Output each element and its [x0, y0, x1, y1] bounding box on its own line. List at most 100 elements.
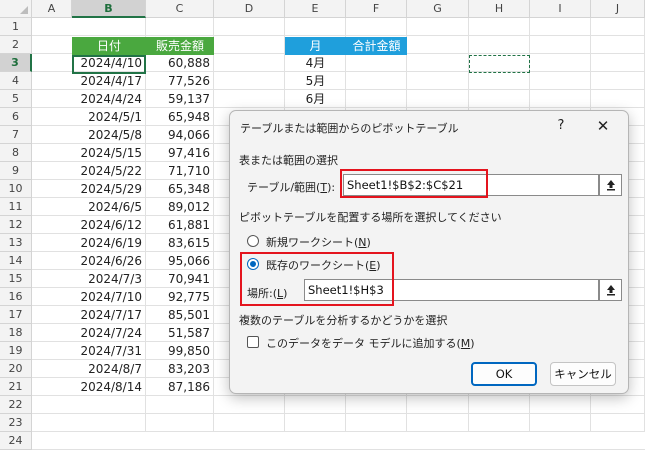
dialog-title: テーブルまたは範囲からのピボットテーブル: [240, 122, 459, 135]
row-header-9[interactable]: 9: [0, 162, 32, 180]
cell-date[interactable]: 2024/7/24: [72, 324, 146, 342]
close-button[interactable]: ✕: [592, 115, 614, 137]
cell-date[interactable]: 2024/8/7: [72, 360, 146, 378]
cell-date[interactable]: 2024/5/22: [72, 162, 146, 180]
cell-sales[interactable]: 92,775: [146, 288, 214, 306]
row-header-17[interactable]: 17: [0, 306, 32, 324]
column-header-i[interactable]: I: [530, 0, 591, 18]
column-header-e[interactable]: E: [285, 0, 346, 18]
cell-month[interactable]: 4月: [285, 54, 346, 72]
cell-sales[interactable]: 59,137: [146, 90, 214, 108]
cell-sales[interactable]: 85,501: [146, 306, 214, 324]
ok-button[interactable]: OK: [471, 362, 537, 386]
row-header-20[interactable]: 20: [0, 360, 32, 378]
section-place-label: ピボットテーブルを配置する場所を選択してください: [239, 211, 502, 224]
cell-sales[interactable]: 83,203: [146, 360, 214, 378]
row-header-1[interactable]: 1: [0, 18, 32, 36]
table-range-label: テーブル/範囲(T):: [247, 181, 336, 194]
collapse-arrow-icon: [606, 285, 615, 296]
header-sales[interactable]: 販売金額: [146, 37, 214, 55]
cell-sales[interactable]: 94,066: [146, 126, 214, 144]
header-total[interactable]: 合計金額: [346, 37, 407, 55]
header-month[interactable]: 月: [285, 37, 346, 55]
column-header-j[interactable]: J: [591, 0, 645, 18]
collapse-arrow-icon: [606, 180, 615, 191]
cell-sales[interactable]: 83,615: [146, 234, 214, 252]
column-header-h[interactable]: H: [469, 0, 530, 18]
cell-sales[interactable]: 95,066: [146, 252, 214, 270]
header-date[interactable]: 日付: [72, 37, 146, 55]
cell-date[interactable]: 2024/6/5: [72, 198, 146, 216]
location-collapse-button[interactable]: [599, 279, 622, 301]
row-header-12[interactable]: 12: [0, 216, 32, 234]
cell-sales[interactable]: 89,012: [146, 198, 214, 216]
cell-sales[interactable]: 65,348: [146, 180, 214, 198]
row-header-2[interactable]: 2: [0, 36, 32, 54]
row-header-13[interactable]: 13: [0, 234, 32, 252]
cell-sales[interactable]: 71,710: [146, 162, 214, 180]
row-header-7[interactable]: 7: [0, 126, 32, 144]
grid-hline: [32, 413, 645, 414]
cell-date[interactable]: 2024/5/15: [72, 144, 146, 162]
cell-sales[interactable]: 77,526: [146, 72, 214, 90]
add-model-checkbox[interactable]: [247, 336, 259, 348]
selection-marquee-h3: [469, 55, 530, 73]
active-cell-b3: [72, 55, 146, 74]
cell-sales[interactable]: 70,941: [146, 270, 214, 288]
cell-date[interactable]: 2024/5/1: [72, 108, 146, 126]
cell-date[interactable]: 2024/4/17: [72, 72, 146, 90]
row-header-22[interactable]: 22: [0, 396, 32, 414]
row-header-21[interactable]: 21: [0, 378, 32, 396]
cell-sales[interactable]: 99,850: [146, 342, 214, 360]
cell-sales[interactable]: 51,587: [146, 324, 214, 342]
cell-date[interactable]: 2024/6/12: [72, 216, 146, 234]
row-header-14[interactable]: 14: [0, 252, 32, 270]
column-header-c[interactable]: C: [146, 0, 214, 18]
cell-sales[interactable]: 60,888: [146, 54, 214, 72]
column-header-g[interactable]: G: [407, 0, 469, 18]
cell-month[interactable]: 6月: [285, 90, 346, 108]
select-all-corner[interactable]: [0, 0, 32, 18]
table-range-collapse-button[interactable]: [599, 174, 622, 196]
cell-date[interactable]: 2024/8/14: [72, 378, 146, 396]
row-header-5[interactable]: 5: [0, 90, 32, 108]
row-header-18[interactable]: 18: [0, 324, 32, 342]
column-header-f[interactable]: F: [346, 0, 407, 18]
row-header-10[interactable]: 10: [0, 180, 32, 198]
cell-date[interactable]: 2024/7/31: [72, 342, 146, 360]
cell-date[interactable]: 2024/6/26: [72, 252, 146, 270]
row-header-24[interactable]: 24: [0, 432, 32, 450]
pivot-table-dialog: テーブルまたは範囲からのピボットテーブル ? ✕ 表または範囲の選択 テーブル/…: [229, 110, 629, 394]
cell-sales[interactable]: 65,948: [146, 108, 214, 126]
cell-date[interactable]: 2024/4/24: [72, 90, 146, 108]
row-header-3[interactable]: 3: [0, 54, 32, 72]
row-header-11[interactable]: 11: [0, 198, 32, 216]
row-header-23[interactable]: 23: [0, 414, 32, 432]
section-source-label: 表または範囲の選択: [239, 154, 338, 167]
cell-date[interactable]: 2024/5/29: [72, 180, 146, 198]
cell-date[interactable]: 2024/7/17: [72, 306, 146, 324]
row-header-15[interactable]: 15: [0, 270, 32, 288]
cell-date[interactable]: 2024/7/3: [72, 270, 146, 288]
cell-month[interactable]: 5月: [285, 72, 346, 90]
help-button[interactable]: ?: [550, 115, 572, 137]
new-sheet-radio[interactable]: [247, 235, 259, 247]
cell-sales[interactable]: 87,186: [146, 378, 214, 396]
row-header-6[interactable]: 6: [0, 108, 32, 126]
cell-date[interactable]: 2024/7/10: [72, 288, 146, 306]
cell-sales[interactable]: 61,881: [146, 216, 214, 234]
cancel-button[interactable]: キャンセル: [550, 362, 616, 386]
new-sheet-label: 新規ワークシート(N): [266, 236, 371, 249]
cell-date[interactable]: 2024/5/8: [72, 126, 146, 144]
column-header-d[interactable]: D: [214, 0, 285, 18]
row-header-8[interactable]: 8: [0, 144, 32, 162]
cell-sales[interactable]: 97,416: [146, 144, 214, 162]
cell-date[interactable]: 2024/6/19: [72, 234, 146, 252]
grid-hline: [32, 431, 645, 432]
row-header-4[interactable]: 4: [0, 72, 32, 90]
column-header-a[interactable]: A: [32, 0, 72, 18]
row-header-19[interactable]: 19: [0, 342, 32, 360]
column-header-b[interactable]: B: [72, 0, 146, 18]
grid-hline: [32, 35, 645, 36]
row-header-16[interactable]: 16: [0, 288, 32, 306]
